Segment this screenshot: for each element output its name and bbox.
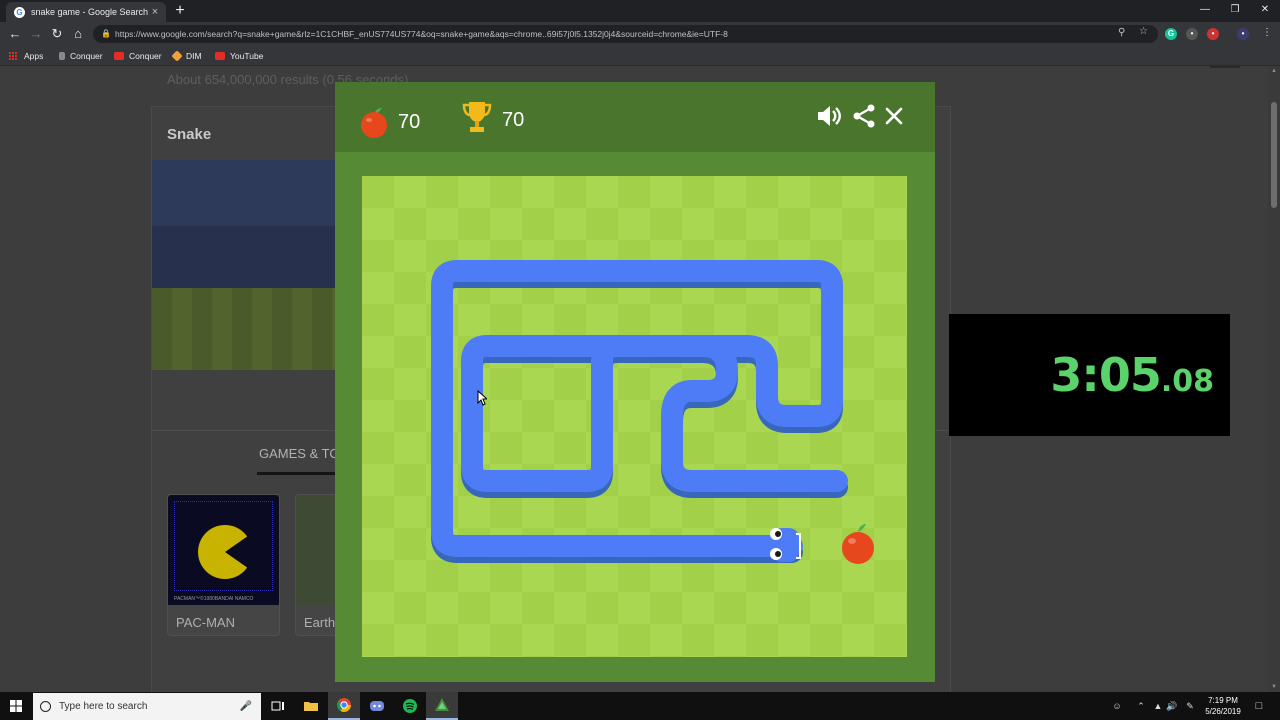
bookmark-label: YouTube [230, 51, 264, 61]
people-icon[interactable]: ☺ [1111, 700, 1123, 712]
forward-icon[interactable]: → [27, 25, 45, 43]
youtube-icon [114, 52, 124, 60]
snake-head [770, 528, 801, 562]
speedrun-timer: 3:05.08 [949, 314, 1230, 436]
file-explorer-icon[interactable] [295, 692, 327, 720]
google-favicon-icon: G [14, 6, 25, 18]
minimize-icon[interactable]: — [1190, 0, 1220, 20]
window-close-icon[interactable]: ✕ [1250, 0, 1280, 20]
thumbnail-credit: PACMAN™©1980BANDAI NAMCO [174, 596, 254, 602]
lock-icon: 🔒 [101, 29, 111, 38]
trophy-icon [462, 102, 492, 132]
url-text: https://www.google.com/search?q=snake+ga… [115, 29, 728, 39]
reload-icon[interactable]: ↻ [48, 25, 66, 43]
pacman-thumbnail: PACMAN™©1980BANDAI NAMCO [168, 495, 279, 605]
volume-icon[interactable]: 🔊 [1166, 700, 1178, 712]
bookmark-youtube[interactable]: YouTube [215, 49, 263, 63]
timer-display: 3:05.08 [1050, 348, 1214, 402]
knowledge-panel-title: Snake [167, 126, 212, 143]
share-icon[interactable] [850, 102, 878, 130]
apps-grid-icon [9, 51, 18, 61]
discord-icon[interactable] [361, 692, 393, 720]
chrome-taskbar-icon[interactable] [328, 692, 360, 720]
scroll-thumb[interactable] [1271, 102, 1277, 208]
tab-close-icon[interactable]: × [148, 6, 162, 18]
home-icon[interactable]: ⌂ [69, 25, 87, 43]
clock-date: 5/26/2019 [1205, 707, 1241, 716]
apple-score: 70 [360, 106, 420, 138]
timer-main: 3:05 [1050, 348, 1161, 402]
bookmark-label: DIM [186, 51, 202, 61]
game-card-pacman[interactable]: PACMAN™©1980BANDAI NAMCO PAC-MAN [167, 494, 280, 636]
bookmark-label: Apps [24, 51, 44, 61]
taskbar-search-placeholder: Type here to search [59, 701, 148, 712]
bookmarks-bar: Apps Conquer Conquer DIM YouTube [0, 46, 1280, 66]
bookmark-label: Conquer [70, 51, 103, 61]
windows-start-icon[interactable] [0, 692, 32, 720]
new-tab-button[interactable]: + [172, 2, 188, 20]
tab-title: snake game - Google Search [31, 7, 148, 17]
snake-game-panel: 70 70 [335, 82, 935, 682]
grammarly-extension-icon[interactable]: G [1165, 28, 1177, 40]
task-view-icon[interactable] [262, 692, 294, 720]
mouse-cursor-icon [477, 390, 487, 406]
scroll-down-icon[interactable]: ▼ [1271, 684, 1277, 690]
extension-icon[interactable]: • [1186, 28, 1198, 40]
game-card-label: PAC-MAN [176, 615, 235, 630]
back-icon[interactable]: ← [6, 25, 24, 43]
address-bar[interactable]: 🔒 https://www.google.com/search?q=snake+… [93, 25, 1158, 43]
snake-game-header: 70 70 [335, 82, 935, 152]
bookmark-conquer[interactable]: Conquer [59, 49, 103, 63]
bookmark-star-icon[interactable]: ☆ [1139, 26, 1148, 37]
restore-icon[interactable]: ❐ [1220, 0, 1250, 20]
dim-icon [171, 50, 183, 62]
browser-tabstrip: G snake game - Google Search × + — ❐ ✕ [0, 0, 1280, 22]
bookmark-label: Conquer [129, 51, 162, 61]
timer-fraction: .08 [1160, 364, 1214, 399]
microphone-icon[interactable]: 🎤 [240, 693, 252, 720]
tray-overflow-icon[interactable]: ⌃ [1135, 700, 1147, 712]
cortana-icon [40, 701, 51, 712]
windows-taskbar: Type here to search 🎤 ☺ ⌃ ▲ 🔊 ✎ 7:19 PM … [0, 692, 1280, 720]
taskbar-search-box[interactable]: Type here to search 🎤 [33, 693, 261, 720]
bookmark-conquer-youtube[interactable]: Conquer [114, 49, 162, 63]
sound-icon[interactable] [815, 102, 843, 130]
divider [1210, 66, 1240, 68]
apple-score-value: 70 [398, 110, 421, 133]
browser-toolbar: ← → ↻ ⌂ 🔒 https://www.google.com/search?… [0, 22, 1280, 46]
livesplit-icon[interactable] [426, 692, 458, 720]
apple-icon [361, 108, 387, 138]
bookmark-dim[interactable]: DIM [171, 49, 202, 63]
notifications-icon[interactable]: □ [1253, 700, 1265, 712]
youtube-icon [215, 52, 225, 60]
pen-icon[interactable]: ✎ [1184, 700, 1196, 712]
snake-board[interactable] [362, 176, 907, 657]
profile-avatar[interactable]: • [1237, 28, 1249, 40]
bookmark-icon [59, 52, 65, 60]
screen: G snake game - Google Search × + — ❐ ✕ ←… [0, 0, 1280, 720]
scroll-up-icon[interactable]: ▲ [1271, 68, 1277, 74]
high-score-value: 70 [502, 108, 525, 131]
tab-underline [257, 472, 335, 475]
bookmark-apps[interactable]: Apps [9, 49, 43, 63]
menu-icon[interactable]: ⋮ [1262, 27, 1272, 38]
taskbar-clock[interactable]: 7:19 PM 5/26/2019 [1198, 695, 1248, 717]
zoom-icon[interactable]: ⚲ [1118, 27, 1125, 38]
extension-icon[interactable]: • [1207, 28, 1219, 40]
close-icon[interactable] [880, 102, 908, 130]
browser-tab[interactable]: G snake game - Google Search × [6, 2, 166, 22]
page-scrollbar[interactable]: ▲ ▼ [1268, 66, 1280, 692]
snake-preview-image-band [152, 226, 335, 288]
spotify-icon[interactable] [394, 692, 426, 720]
snake-preview-image-grass [152, 288, 335, 370]
network-icon[interactable]: ▲ [1152, 700, 1164, 712]
clock-time: 7:19 PM [1208, 696, 1238, 705]
high-score: 70 [462, 100, 524, 134]
